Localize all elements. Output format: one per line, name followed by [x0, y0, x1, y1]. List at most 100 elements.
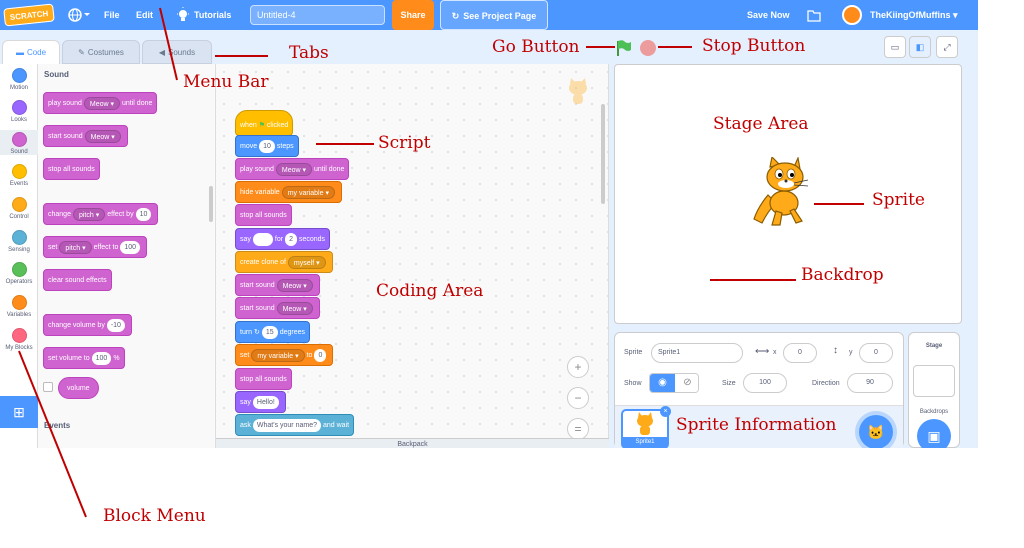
backdrop-thumbnail[interactable]: [913, 365, 955, 397]
category-sound[interactable]: Sound: [0, 130, 38, 155]
block-set-volume[interactable]: set volume to 100%: [43, 347, 125, 369]
block-text: play sound: [240, 166, 274, 173]
sprite-name-input[interactable]: Sprite1: [651, 343, 743, 363]
block-clear-sound-effects[interactable]: clear sound effects: [43, 269, 112, 291]
edit-menu[interactable]: Edit: [136, 0, 153, 30]
text-input[interactable]: Hello!: [252, 395, 279, 409]
tab-code[interactable]: ▬ Code: [2, 40, 60, 64]
block-stop-all-sounds[interactable]: stop all sounds: [235, 368, 292, 390]
variable-dropdown[interactable]: my variable ▾: [251, 348, 305, 362]
block-create-clone[interactable]: create clone of myself ▾: [235, 251, 333, 273]
block-stop-all-sounds[interactable]: stop all sounds: [43, 158, 100, 180]
number-input[interactable]: 10: [135, 207, 152, 221]
block-when-flag-clicked[interactable]: when ⚑ clicked: [235, 110, 294, 136]
block-say[interactable]: say Hello!: [235, 391, 286, 413]
choose-sprite-button[interactable]: 🐱: [859, 415, 893, 448]
volume-checkbox[interactable]: [43, 382, 53, 392]
block-hide-variable[interactable]: hide variable my variable ▾: [235, 181, 342, 203]
number-input[interactable]: 100: [91, 351, 112, 365]
block-turn-degrees[interactable]: turn ↻ 15 degrees: [235, 321, 310, 343]
x-input[interactable]: 0: [783, 343, 817, 363]
small-stage-button[interactable]: ▭: [884, 36, 906, 58]
file-menu[interactable]: File: [104, 0, 120, 30]
cat-sprite[interactable]: [750, 155, 814, 229]
clone-dropdown[interactable]: myself ▾: [287, 255, 326, 269]
y-input[interactable]: 0: [859, 343, 893, 363]
sound-dropdown[interactable]: Meow ▾: [84, 129, 121, 143]
sound-dropdown[interactable]: Meow ▾: [83, 96, 121, 110]
category-variables[interactable]: Variables: [0, 295, 38, 318]
sound-dot: [11, 132, 27, 147]
block-say-for-seconds[interactable]: say for 2 seconds: [235, 228, 331, 250]
stop-icon[interactable]: [640, 40, 656, 56]
sprite-thumbnail[interactable]: Sprite1 ×: [621, 406, 671, 448]
coding-area[interactable]: when ⚑ clicked move 10 steps play sound Meo…: [216, 64, 609, 438]
text-input[interactable]: What's your name?: [252, 418, 321, 432]
dropdown-value: Meow: [282, 282, 302, 290]
backdrops-label: Backdrops: [919, 409, 949, 415]
palette-scrollbar[interactable]: [209, 186, 213, 222]
number-input[interactable]: -10: [106, 318, 125, 332]
project-title-input[interactable]: Untitled-4: [250, 5, 385, 25]
number-input[interactable]: 10: [259, 139, 275, 153]
tab-sounds[interactable]: ◀ Sounds: [142, 40, 212, 64]
text-input[interactable]: [252, 232, 273, 246]
number-input[interactable]: 2: [285, 232, 297, 246]
effect-dropdown[interactable]: pitch ▾: [72, 207, 106, 221]
block-ask-and-wait[interactable]: ask What's your name? and wait: [235, 414, 355, 436]
code-scrollbar[interactable]: [601, 104, 605, 204]
variable-dropdown[interactable]: my variable ▾: [281, 185, 335, 199]
effect-dropdown[interactable]: pitch ▾: [59, 240, 92, 254]
choose-backdrop-button[interactable]: ▣: [917, 419, 951, 448]
zoom-in-button[interactable]: +: [567, 356, 589, 378]
category-events[interactable]: Events: [0, 164, 38, 187]
size-input[interactable]: 100: [743, 373, 787, 393]
direction-input[interactable]: 90: [847, 373, 893, 393]
globe-icon[interactable]: [66, 0, 90, 30]
annotation-menu-bar: Menu Bar: [183, 72, 269, 92]
block-move-steps[interactable]: move 10 steps: [235, 135, 299, 157]
block-stop-all-sounds[interactable]: stop all sounds: [235, 204, 292, 226]
scratch-logo[interactable]: SCRATCH: [3, 3, 55, 27]
sound-dropdown[interactable]: Meow ▾: [276, 301, 313, 315]
category-operators[interactable]: Operators: [0, 262, 38, 285]
block-start-sound[interactable]: start sound Meow ▾: [43, 125, 128, 147]
block-set-effect[interactable]: set pitch ▾ effect to 100: [43, 236, 148, 258]
block-start-sound[interactable]: start sound Meow ▾: [235, 297, 320, 319]
category-motion[interactable]: Motion: [0, 68, 38, 91]
number-input[interactable]: 0: [314, 348, 327, 362]
number-input[interactable]: 100: [120, 240, 141, 254]
delete-sprite-icon[interactable]: ×: [660, 406, 671, 417]
block-set-variable[interactable]: set my variable ▾ to 0: [235, 344, 334, 366]
avatar[interactable]: [842, 5, 862, 25]
see-project-page-button[interactable]: ↻ See Project Page: [440, 0, 548, 30]
share-button[interactable]: Share: [392, 0, 434, 30]
save-now-button[interactable]: Save Now: [747, 0, 790, 30]
category-control[interactable]: Control: [0, 197, 38, 220]
zoom-reset-button[interactable]: =: [567, 418, 589, 438]
username-menu[interactable]: TheKiingOfMuffins ▾: [870, 0, 958, 30]
sound-dropdown[interactable]: Meow ▾: [276, 278, 313, 292]
block-play-sound-until-done[interactable]: play sound Meow ▾ until done: [235, 158, 350, 180]
block-change-volume[interactable]: change volume by -10: [43, 314, 132, 336]
category-my-blocks[interactable]: My Blocks: [0, 328, 38, 351]
block-start-sound[interactable]: start sound Meow ▾: [235, 274, 320, 296]
fullscreen-button[interactable]: ⤢: [936, 36, 958, 58]
add-extension-button[interactable]: ⊞: [0, 396, 38, 428]
normal-stage-button[interactable]: ◧: [909, 36, 931, 58]
tutorials-menu[interactable]: Tutorials: [194, 0, 231, 30]
backpack[interactable]: Backpack: [216, 438, 609, 448]
green-flag-icon[interactable]: [614, 38, 634, 58]
zoom-out-button[interactable]: −: [567, 387, 589, 409]
eye-icon[interactable]: ◉: [650, 374, 675, 392]
number-input[interactable]: 15: [261, 325, 278, 339]
block-play-sound-until-done[interactable]: play sound Meow ▾ until done: [43, 92, 158, 114]
block-volume-reporter[interactable]: volume: [58, 377, 99, 399]
folder-icon[interactable]: [806, 0, 822, 30]
category-sensing[interactable]: Sensing: [0, 230, 38, 253]
eye-off-icon[interactable]: ⊘: [675, 374, 698, 392]
sound-dropdown[interactable]: Meow ▾: [275, 162, 313, 176]
category-looks[interactable]: Looks: [0, 100, 38, 123]
block-change-effect[interactable]: change pitch ▾ effect by 10: [43, 203, 159, 225]
tab-costumes[interactable]: ✎ Costumes: [62, 40, 140, 64]
